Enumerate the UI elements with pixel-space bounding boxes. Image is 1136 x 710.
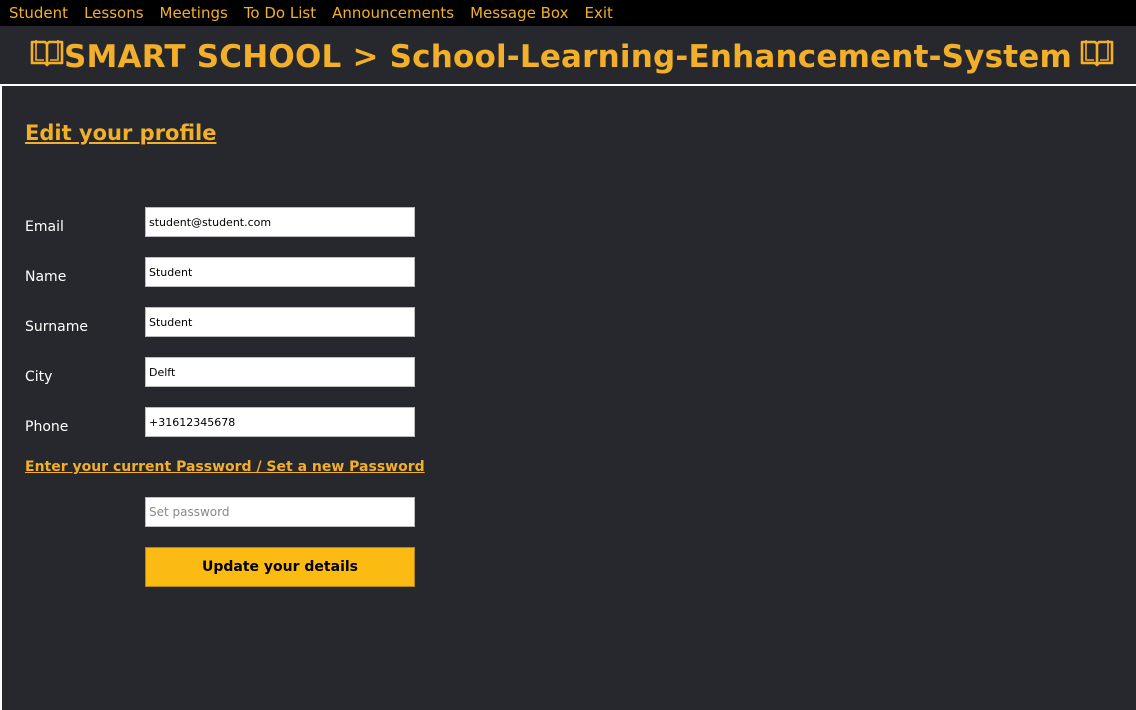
phone-field[interactable]: [145, 407, 415, 437]
city-field[interactable]: [145, 357, 415, 387]
menu-item-lessons[interactable]: Lessons: [84, 4, 143, 22]
password-section-link[interactable]: Enter your current Password / Set a new …: [25, 459, 425, 475]
menu-item-student[interactable]: Student: [9, 4, 68, 22]
app-header: SMART SCHOOL > School-Learning-Enhanceme…: [0, 26, 1136, 86]
menu-item-exit[interactable]: Exit: [585, 4, 613, 22]
update-details-button[interactable]: Update your details: [145, 547, 415, 587]
name-field[interactable]: [145, 257, 415, 287]
phone-label: Phone: [25, 419, 69, 435]
page-title: Edit your profile: [25, 121, 217, 145]
city-label: City: [25, 369, 53, 385]
profile-form-panel: Edit your profile Email Name Surname Cit…: [0, 86, 1136, 710]
menu-bar: Student Lessons Meetings To Do List Anno…: [0, 0, 1136, 26]
name-label: Name: [25, 269, 67, 285]
email-field[interactable]: [145, 207, 415, 237]
menu-item-announcements[interactable]: Announcements: [332, 4, 454, 22]
menu-item-message-box[interactable]: Message Box: [470, 4, 568, 22]
menu-item-meetings[interactable]: Meetings: [160, 4, 228, 22]
menu-item-to-do-list[interactable]: To Do List: [244, 4, 316, 22]
book-icon: [1080, 40, 1114, 67]
app-title: SMART SCHOOL > School-Learning-Enhanceme…: [63, 39, 1072, 75]
surname-field[interactable]: [145, 307, 415, 337]
password-field[interactable]: [145, 497, 415, 527]
surname-label: Surname: [25, 319, 88, 335]
email-label: Email: [25, 219, 64, 235]
